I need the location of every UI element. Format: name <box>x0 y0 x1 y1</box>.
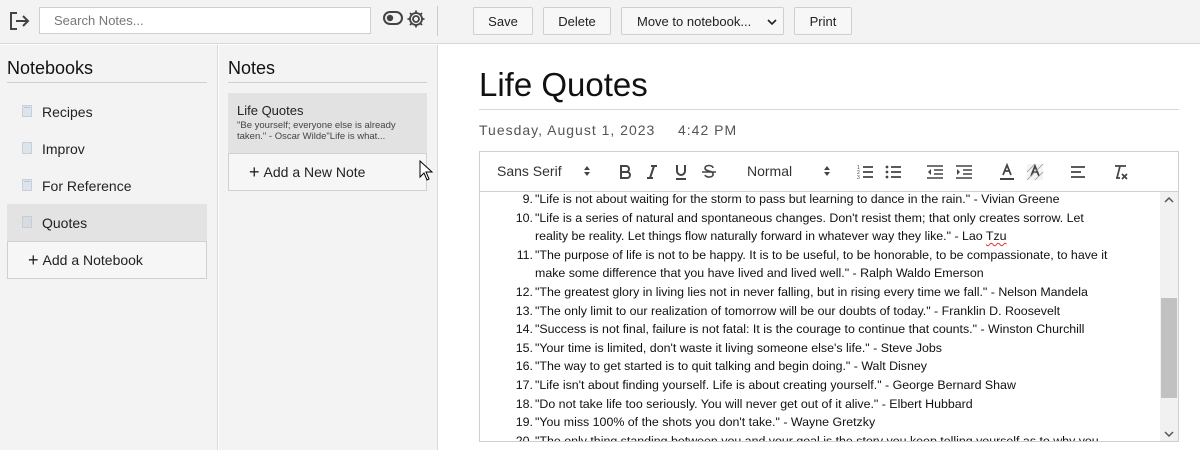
gear-icon[interactable] <box>406 9 426 29</box>
list-item-continuation: reality be reality. Let things flow natu… <box>535 229 1007 244</box>
text-color-icon[interactable] <box>998 163 1016 181</box>
bullet-list-icon[interactable] <box>884 163 902 181</box>
delete-button[interactable]: Delete <box>543 7 611 35</box>
move-to-notebook-select[interactable]: Move to notebook... <box>621 7 784 35</box>
divider <box>479 109 1179 110</box>
note-title[interactable]: Life Quotes <box>479 66 648 104</box>
notebook-item-label: Improv <box>42 140 85 157</box>
note-card[interactable]: Life Quotes "Be yourself; everyone else … <box>228 93 427 153</box>
plus-icon: + <box>249 162 260 182</box>
list-item: 18. "Do not take life too seriously. You … <box>515 396 973 411</box>
note-card-preview: "Be yourself; everyone else is already t… <box>237 120 396 142</box>
add-notebook-button[interactable]: + Add a Notebook <box>7 241 207 279</box>
notes-title: Notes <box>228 58 276 78</box>
scrollbar-thumb[interactable] <box>1161 298 1177 398</box>
toolbar-divider <box>437 6 438 36</box>
scrollbar[interactable] <box>1160 192 1178 441</box>
svg-text:3: 3 <box>857 175 860 181</box>
bold-icon[interactable] <box>616 163 634 181</box>
book-icon <box>22 142 32 154</box>
select-arrows-icon <box>824 166 830 176</box>
quote-list: 9. "Life is not about waiting for the sto… <box>480 192 1160 442</box>
list-item-continuation: make some difference that you have lived… <box>535 266 984 281</box>
clear-format-icon[interactable] <box>1112 163 1130 181</box>
notebooks-title: Notebooks <box>7 58 94 78</box>
list-item: 19. "You miss 100% of the shots you don't… <box>515 415 876 430</box>
mouse-cursor-icon <box>419 160 433 181</box>
divider <box>7 82 207 83</box>
divider <box>228 82 427 83</box>
select-arrows-icon <box>584 166 590 176</box>
book-icon <box>22 179 32 191</box>
book-icon <box>22 216 32 228</box>
print-button[interactable]: Print <box>794 7 852 35</box>
list-item: 17. "Life isn't about finding yourself. L… <box>515 377 1016 392</box>
top-toolbar: Save Delete Move to notebook... Print <box>0 0 1200 44</box>
notebook-item-for-reference[interactable]: For Reference <box>7 167 207 204</box>
logout-icon[interactable] <box>8 10 30 32</box>
search-input[interactable] <box>39 7 371 34</box>
note-card-title: Life Quotes <box>237 103 304 118</box>
add-note-label: Add a New Note <box>263 164 366 180</box>
spelling-error[interactable]: Tzu <box>986 229 1007 243</box>
notebook-item-improv[interactable]: Improv <box>7 130 207 167</box>
highlight-icon[interactable] <box>1026 163 1044 181</box>
notebook-item-label: For Reference <box>42 177 132 194</box>
scroll-down-icon[interactable] <box>1164 430 1174 438</box>
move-to-notebook-label: Move to notebook... <box>637 13 752 29</box>
text-size-select[interactable]: Normal <box>747 163 831 179</box>
list-item: 11. "The purpose of life is not to be hap… <box>516 247 1108 262</box>
strikethrough-icon[interactable] <box>700 163 718 181</box>
list-item: 9. "Life is not about waiting for the sto… <box>522 192 1060 206</box>
text-size-value: Normal <box>747 163 793 179</box>
format-toolbar: Sans Serif Normal 123 <box>479 151 1179 192</box>
chevron-down-icon <box>767 19 777 26</box>
save-button[interactable]: Save <box>473 7 533 35</box>
ordered-list-icon[interactable]: 123 <box>856 163 874 181</box>
underline-icon[interactable] <box>672 163 690 181</box>
outdent-icon[interactable] <box>926 163 944 181</box>
font-family-value: Sans Serif <box>497 163 562 179</box>
notebooks-panel: Notebooks Recipes Improv For Reference Q… <box>0 45 218 450</box>
notebook-item-quotes[interactable]: Quotes <box>7 204 207 241</box>
list-item: 14. "Success is not final, failure is not… <box>515 322 1085 337</box>
notes-panel: Notes Life Quotes "Be yourself; everyone… <box>219 45 438 450</box>
add-note-button[interactable]: + Add a New Note <box>228 153 427 191</box>
note-time: 4:42 PM <box>678 122 738 138</box>
list-item: 15. "Your time is limited, don't waste it… <box>515 340 942 355</box>
add-notebook-label: Add a Notebook <box>42 252 143 268</box>
list-item: 16. "The way to get started is to quit ta… <box>515 359 927 374</box>
italic-icon[interactable] <box>643 163 661 181</box>
list-item: 13. "The only limit to our realization of… <box>515 303 1061 318</box>
indent-icon[interactable] <box>955 163 973 181</box>
notebook-item-recipes[interactable]: Recipes <box>7 93 207 130</box>
list-item: 12. "The greatest glory in living lies no… <box>515 284 1088 299</box>
notebook-item-label: Recipes <box>42 103 93 120</box>
plus-icon: + <box>28 250 39 270</box>
list-item: 20. "The only thing standing between you … <box>515 433 1099 442</box>
toggle-icon[interactable] <box>383 11 403 25</box>
scroll-up-icon[interactable] <box>1164 196 1174 204</box>
align-icon[interactable] <box>1069 163 1087 181</box>
list-item: 10. "Life is a series of natural and spon… <box>515 210 1084 225</box>
book-icon <box>22 105 32 117</box>
note-date: Tuesday, August 1, 2023 <box>479 122 656 138</box>
notebook-item-label: Quotes <box>42 214 88 231</box>
note-body-editor[interactable]: 9. "Life is not about waiting for the sto… <box>479 192 1179 442</box>
font-family-select[interactable]: Sans Serif <box>497 163 593 179</box>
